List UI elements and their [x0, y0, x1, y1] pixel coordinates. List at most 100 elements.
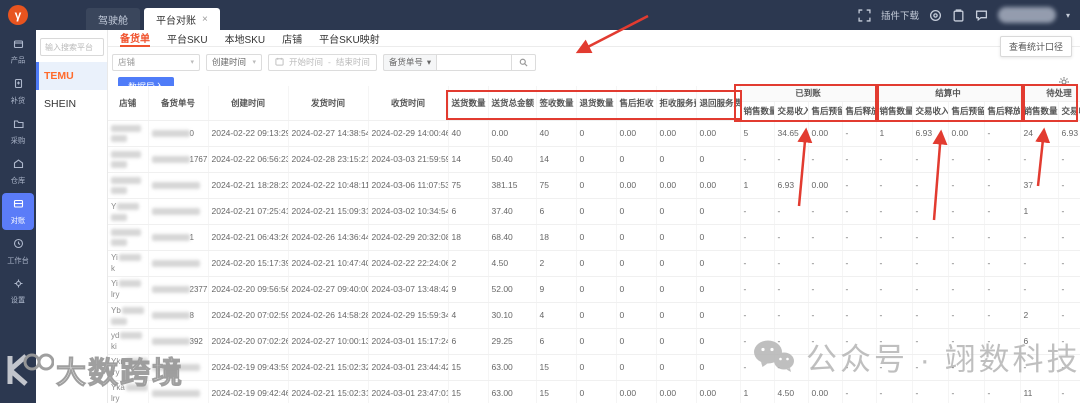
table-row[interactable]: Yi k 2024-02-20 15:17:39 2024-02-21 10:47:4… — [108, 250, 1080, 277]
cell-store: Yb — [108, 302, 149, 329]
sidebar-item-reconcile[interactable]: 对账 — [2, 193, 34, 230]
cell-pending-1: - — [1058, 302, 1080, 329]
platform-search-input[interactable] — [40, 38, 104, 56]
tab-local-sku[interactable]: 本地SKU — [225, 30, 266, 47]
cell-paid-2: 0.00 — [808, 380, 843, 403]
order-type-select[interactable]: 备货单号 ▾ — [382, 53, 437, 71]
table-row[interactable]: yd ki 392 2024-02-20 07:02:26 2024-02-27 10:… — [108, 328, 1080, 355]
close-icon[interactable]: × — [202, 14, 208, 25]
cell-reject-service-fee: 0 — [656, 328, 697, 355]
plugin-download-link[interactable]: 插件下载 — [881, 8, 919, 22]
table-row[interactable]: 2024-02-21 18:28:23 2024-02-22 10:48:11 20… — [108, 172, 1080, 199]
cell-created: 2024-02-22 06:56:23 — [208, 146, 289, 173]
store-blur-block — [118, 254, 141, 262]
column-header-paid-0: 销售数量 — [740, 101, 775, 121]
table-row[interactable]: Ykn lry 2024-02-19 09:43:59 2024-02-21 15:0… — [108, 354, 1080, 381]
table-row[interactable]: 0 2024-02-22 09:13:29 2024-02-27 14:38:54 2… — [108, 120, 1080, 147]
order-blur-block — [151, 130, 190, 138]
search-button[interactable] — [512, 53, 537, 71]
cell-pending-0: - — [1020, 276, 1059, 303]
cell-paid-1: - — [774, 276, 809, 303]
tab-stock-order[interactable]: 备货单 — [120, 30, 150, 47]
cell-settling-1: - — [912, 276, 949, 303]
chevron-down-icon: ▾ — [426, 56, 432, 67]
cell-pending-1: - — [1058, 146, 1080, 173]
tab-platform-sku-mapping[interactable]: 平台SKU映射 — [319, 30, 380, 47]
cell-paid-1: - — [774, 198, 809, 225]
cell-after-sale-reject: 0 — [616, 354, 657, 381]
window-tab-platform-reconcile[interactable]: 平台对账 × — [144, 8, 220, 30]
table-row[interactable]: Y 2024-02-21 07:25:41 2024-02-21 15:09:31 2… — [108, 198, 1080, 225]
column-header-after-sale-reject: 售后拒收 — [616, 86, 657, 121]
platform-list: TEMU SHEIN — [36, 62, 107, 118]
platform-item-shein[interactable]: SHEIN — [36, 90, 107, 118]
platform-item-temu[interactable]: TEMU — [36, 62, 107, 90]
column-header-sign-qty: 签收数量 — [536, 86, 577, 121]
window-tab-cockpit[interactable]: 驾驶舱 — [86, 8, 140, 30]
table-row[interactable]: Yb 8 2024-02-20 07:02:59 2024-02-26 14:58:2… — [108, 302, 1080, 329]
cell-settling-2: 0.00 — [948, 120, 985, 147]
store-masked-line — [111, 123, 145, 133]
cell-deliver-qty: 18 — [448, 224, 489, 251]
sidebar-item-workbench[interactable]: 工作台 — [2, 233, 34, 270]
cell-settling-1: 6.93 — [912, 120, 949, 147]
cell-paid-1: - — [774, 250, 809, 277]
order-search-input[interactable] — [436, 53, 513, 71]
message-icon[interactable] — [975, 9, 988, 22]
platform-panel: TEMUSHEIN — [36, 30, 108, 403]
cell-paid-0: - — [740, 302, 775, 329]
sidebar-item-warehouse[interactable]: 仓库 — [2, 153, 34, 190]
cell-return-qty: 0 — [576, 224, 617, 251]
tab-platform-sku[interactable]: 平台SKU — [167, 30, 208, 47]
cell-paid-1: 34.65 — [774, 120, 809, 147]
clipboard-icon[interactable] — [952, 8, 965, 22]
view-stat-button[interactable]: 查看统计口径 — [999, 36, 1072, 57]
store-masked-line: lry — [111, 393, 145, 403]
chevron-down-icon[interactable]: ▾ — [1066, 11, 1070, 20]
user-avatar[interactable] — [997, 7, 1056, 23]
tab-shop[interactable]: 店铺 — [282, 30, 302, 47]
store-blur-block — [111, 151, 141, 159]
store-hint-text: Y — [111, 201, 117, 211]
table-row[interactable]: Yi lry 2377 2024-02-20 09:56:56 2024-02-27 0… — [108, 276, 1080, 303]
sidebar-item-product[interactable]: 产品 — [2, 33, 34, 70]
cell-sign-qty: 14 — [536, 146, 577, 173]
cell-store — [108, 146, 149, 173]
table-row[interactable]: 1 2024-02-21 06:43:26 2024-02-26 14:36:44 2… — [108, 224, 1080, 251]
date-range-picker[interactable]: 开始时间 - 结束时间 — [268, 53, 377, 71]
table-row[interactable]: 1767 2024-02-22 06:56:23 2024-02-28 23:15:… — [108, 146, 1080, 173]
cell-settling-3: - — [984, 224, 1021, 251]
cell-settling-1: - — [912, 198, 949, 225]
cell-pending-1: - — [1058, 380, 1080, 403]
cell-paid-3: - — [842, 224, 877, 251]
sidebar-item-replenish[interactable]: 补货 — [2, 73, 34, 110]
cell-deliver-qty: 15 — [448, 354, 489, 381]
sidebar-item-label: 仓库 — [10, 176, 26, 185]
cell-settling-0: - — [876, 276, 913, 303]
shop-select[interactable]: 店铺 ▾ — [112, 53, 200, 71]
gear-icon[interactable] — [929, 9, 942, 22]
cell-after-sale-reject: 0.00 — [616, 120, 657, 147]
column-header-paid-2: 售后预留 — [808, 101, 843, 121]
cell-received: 2024-02-29 15:59:34 — [368, 302, 449, 329]
sidebar-item-label: 工作台 — [7, 256, 29, 265]
sidebar-item-settings[interactable]: 设置 — [2, 273, 34, 310]
cell-settling-2: - — [948, 380, 985, 403]
product-icon — [13, 36, 24, 54]
sidebar-item-purchase[interactable]: 采购 — [2, 113, 34, 150]
cell-return-service-fee: 0.00 — [696, 120, 741, 147]
column-header-deliver-amount: 送货总金额 — [488, 86, 537, 121]
cell-paid-2: - — [808, 146, 843, 173]
column-header-pending-1: 交易收入 — [1058, 101, 1080, 121]
cell-deliver-qty: 15 — [448, 380, 489, 403]
store-masked-line: Yi — [111, 278, 145, 289]
cell-paid-1: - — [774, 302, 809, 329]
fullscreen-icon[interactable] — [858, 8, 871, 22]
cell-reject-service-fee: 0.00 — [656, 172, 697, 199]
time-type-select[interactable]: 创建时间 ▾ — [206, 53, 262, 71]
end-time-placeholder: 结束时间 — [335, 57, 370, 67]
table-row[interactable]: Yka lry 2024-02-19 09:42:46 2024-02-21 15:0… — [108, 380, 1080, 403]
cell-settling-1: - — [912, 328, 949, 355]
cell-return-service-fee: 0 — [696, 276, 741, 303]
store-masked-line — [111, 159, 145, 169]
